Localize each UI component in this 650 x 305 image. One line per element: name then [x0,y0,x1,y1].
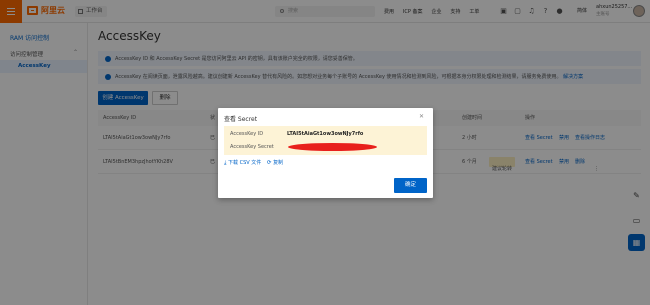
download-icon: ⤓ [224,160,227,166]
accesskey-id-value: LTAI5tAiaGt1ow3owNJy7rfo [287,131,364,137]
ok-button[interactable]: 确定 [394,178,427,193]
accesskey-secret-label: AccessKey Secret [230,144,274,150]
dialog-title: 查看 Secret [224,116,258,123]
copy-link[interactable]: 复制 [273,160,283,166]
download-csv-link[interactable]: 下载 CSV 文件 [228,160,261,166]
dialog-actions: ⤓ 下载 CSV 文件 ⟳ 复制 [224,159,283,167]
close-icon[interactable]: ✕ [419,113,424,120]
redaction-mark [288,143,377,151]
view-secret-dialog: 查看 Secret ✕ AccessKey ID LTAI5tAiaGt1ow3… [218,108,433,198]
secret-panel: AccessKey ID LTAI5tAiaGt1ow3owNJy7rfo Ac… [224,126,427,155]
accesskey-id-label: AccessKey ID [230,131,264,137]
copy-icon: ⟳ [266,160,272,166]
